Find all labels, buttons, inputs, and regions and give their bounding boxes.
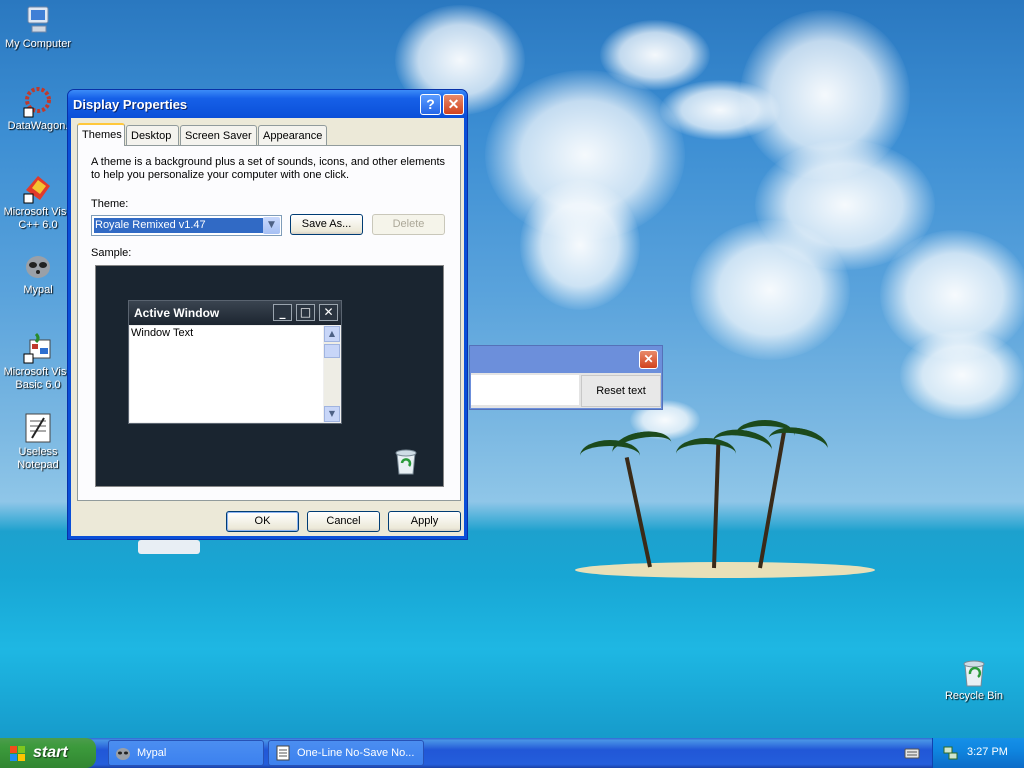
scroll-thumb: [324, 344, 340, 358]
sample-label: Sample:: [91, 247, 132, 259]
theme-description-line1: A theme is a background plus a set of so…: [91, 156, 446, 168]
network-icon[interactable]: [942, 745, 958, 761]
dialog-body: Themes Desktop Screen Saver Appearance A…: [71, 118, 464, 536]
taskbar: start Mypal One-Line No-Save No... 3:27 …: [0, 738, 1024, 768]
themes-panel: A theme is a background plus a set of so…: [77, 145, 461, 501]
minimize-icon: _: [273, 304, 292, 321]
desktop-icon-label-line2: C++ 6.0: [18, 219, 58, 231]
recycle-bin-icon: [958, 656, 990, 688]
sample-scrollbar: ▲ ▼: [324, 326, 340, 422]
theme-select[interactable]: Royale Remixed v1.47 ▼: [91, 215, 282, 236]
clock: 3:27 PM: [967, 746, 1008, 758]
start-button[interactable]: start: [0, 738, 96, 768]
apply-button[interactable]: Apply: [388, 511, 461, 532]
desktop-icon-label: My Computer: [4, 38, 72, 50]
reset-text-button[interactable]: Reset text: [581, 375, 661, 407]
sample-window-body: Window Text: [130, 326, 323, 422]
system-tray: 3:27 PM: [932, 738, 1024, 768]
scroll-up-icon: ▲: [324, 326, 340, 342]
keyboard-icon[interactable]: [904, 746, 920, 760]
taskbar-item-label: Mypal: [137, 747, 167, 759]
mypal-icon: [22, 250, 54, 282]
taskbar-item-label: One-Line No-Save No...: [297, 747, 415, 759]
start-label: start: [33, 744, 68, 761]
desktop-icon-datawagon[interactable]: DataWagon.: [0, 86, 76, 133]
visual-basic-icon: [22, 332, 54, 364]
display-properties-dialog[interactable]: Display Properties ? ✕ Themes Desktop Sc…: [67, 89, 468, 540]
one-line-notepad-window[interactable]: ✕ Reset text: [469, 345, 663, 410]
sample-window-text: Window Text: [131, 327, 194, 339]
dialog-title: Display Properties: [73, 97, 188, 112]
datawagon-icon: [22, 86, 54, 118]
cancel-button[interactable]: Cancel: [307, 511, 380, 532]
boat: [138, 540, 200, 554]
windows-logo-icon: [10, 746, 26, 762]
chevron-down-icon[interactable]: ▼: [263, 217, 280, 234]
desktop-icon-label-line1: Useless: [18, 446, 58, 458]
one-line-text-input[interactable]: [471, 375, 579, 405]
tab-themes[interactable]: Themes: [77, 123, 125, 146]
desktop-icon-label-line2: Notepad: [17, 459, 59, 471]
visual-cpp-icon: [22, 172, 54, 204]
desktop-icon-mypal[interactable]: Mypal: [0, 250, 76, 297]
computer-icon: [22, 4, 54, 36]
desktop-icon-label: Recycle Bin: [944, 690, 1004, 702]
close-button[interactable]: ✕: [443, 94, 464, 115]
theme-select-value: Royale Remixed v1.47: [94, 218, 263, 233]
tab-screen-saver[interactable]: Screen Saver: [180, 125, 257, 145]
save-as-button[interactable]: Save As...: [290, 214, 363, 235]
mypal-icon: [115, 745, 131, 761]
desktop-icon-label-line1: Microsoft Visu: [3, 366, 73, 378]
desktop-icon-my-computer[interactable]: My Computer: [0, 4, 76, 51]
island: [575, 562, 875, 578]
desktop-icon-visual-cpp[interactable]: Microsoft Visu C++ 6.0: [0, 172, 76, 232]
taskbar-item-mypal[interactable]: Mypal: [108, 740, 264, 766]
sample-window-title-bar: Active Window _ □ ✕: [129, 301, 341, 325]
help-button[interactable]: ?: [420, 94, 441, 115]
sample-active-window: Active Window _ □ ✕ Window Text ▲ ▼: [128, 300, 342, 424]
notepad-icon: [22, 412, 54, 444]
sample-window-title: Active Window: [134, 306, 220, 320]
ok-button[interactable]: OK: [226, 511, 299, 532]
theme-description-line2: to help you personalize your computer wi…: [91, 169, 350, 181]
secondary-window-body: Reset text: [471, 373, 661, 408]
notepad-icon: [275, 745, 291, 761]
desktop-icon-label-line1: Microsoft Visu: [3, 206, 73, 218]
desktop-icon-label-line2: Basic 6.0: [15, 379, 61, 391]
maximize-icon: □: [296, 304, 315, 321]
recycle-bin-icon: [392, 446, 420, 476]
desktop-icon-label: Mypal: [23, 284, 53, 296]
desktop-icon-visual-basic[interactable]: Microsoft Visu Basic 6.0: [0, 332, 76, 392]
theme-label: Theme:: [91, 198, 129, 210]
desktop-icon-recycle-bin[interactable]: Recycle Bin: [936, 656, 1012, 703]
taskbar-item-one-line-notepad[interactable]: One-Line No-Save No...: [268, 740, 424, 766]
secondary-close-button[interactable]: ✕: [639, 350, 658, 369]
tab-desktop[interactable]: Desktop: [126, 125, 179, 145]
dialog-title-bar[interactable]: Display Properties ? ✕: [68, 90, 467, 118]
desktop-icon-useless-notepad[interactable]: Useless Notepad: [0, 412, 76, 472]
close-icon: ✕: [319, 304, 338, 321]
desktop-icon-label: DataWagon.: [7, 120, 69, 132]
tab-appearance[interactable]: Appearance: [258, 125, 327, 145]
scroll-down-icon: ▼: [324, 406, 340, 422]
delete-button: Delete: [372, 214, 445, 235]
theme-sample-preview: Active Window _ □ ✕ Window Text ▲ ▼: [95, 265, 444, 487]
